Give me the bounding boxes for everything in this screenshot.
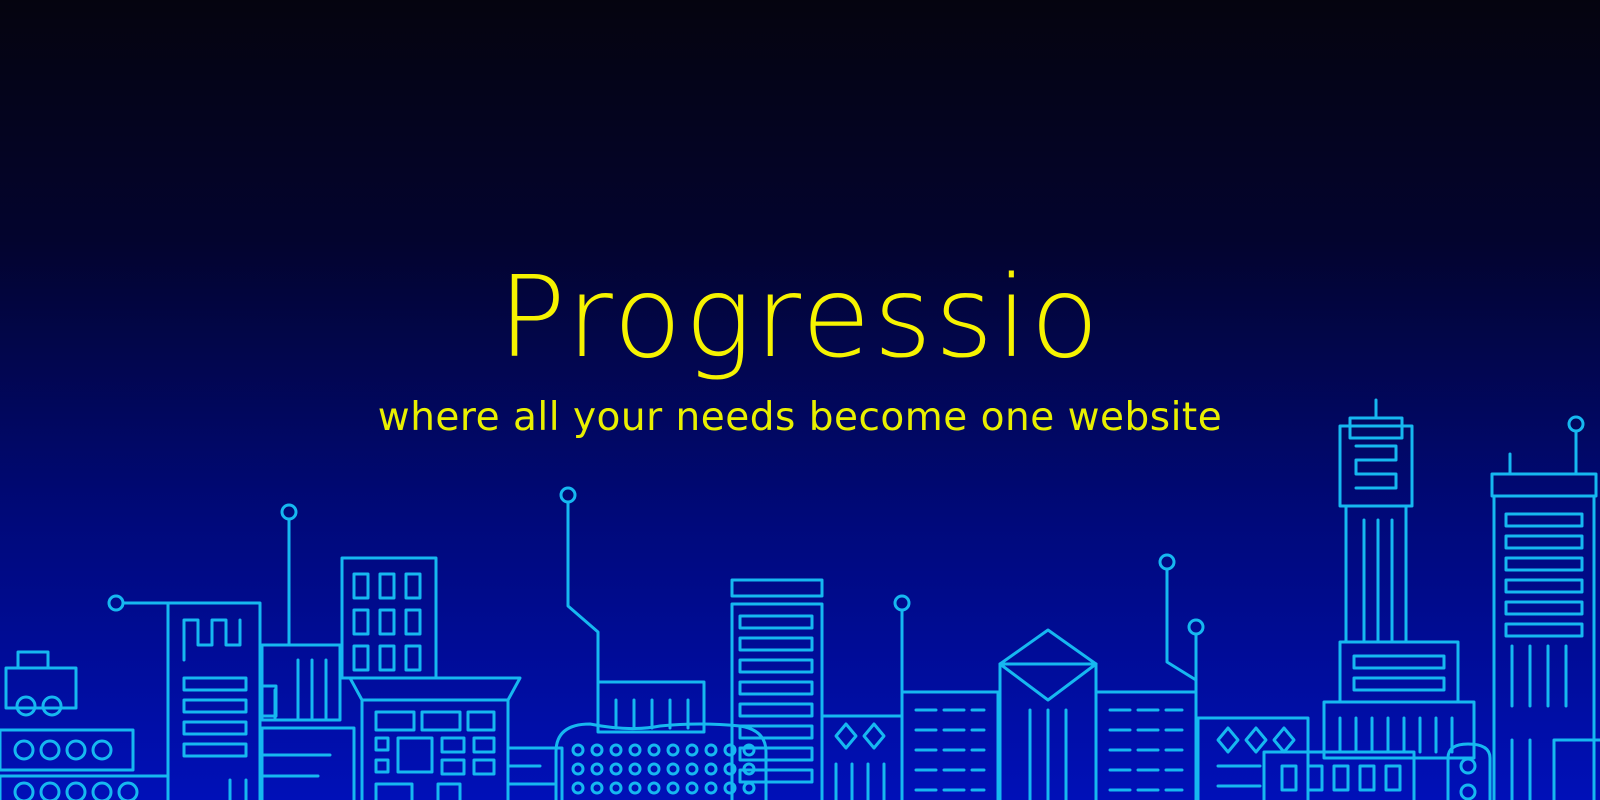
brand-title: Progressio bbox=[498, 253, 1102, 383]
brand-tagline: where all your needs become one website bbox=[377, 395, 1223, 440]
hero-banner: Progressio where all your needs become o… bbox=[0, 0, 1600, 800]
